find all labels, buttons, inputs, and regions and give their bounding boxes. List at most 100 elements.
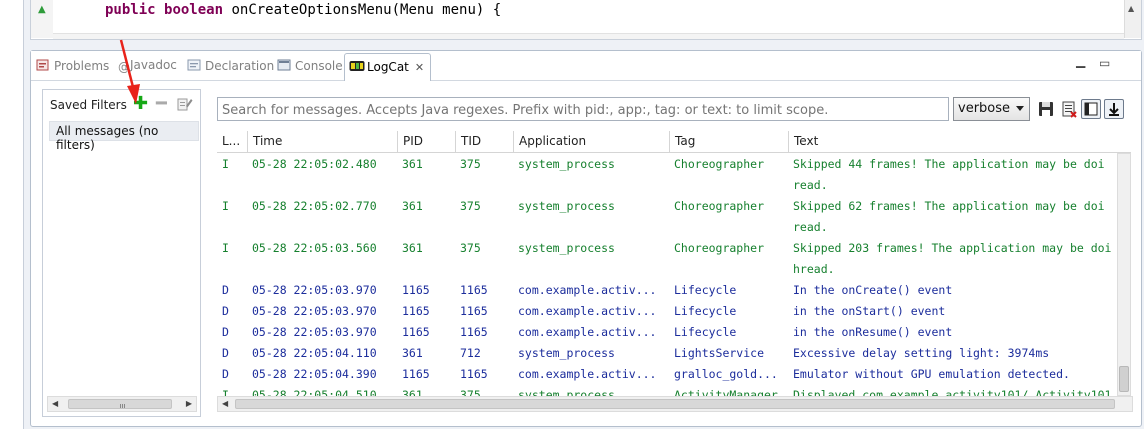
tab-logcat[interactable]: LogCat ✕ <box>344 53 432 81</box>
log-text: in the onStart() event <box>793 304 946 318</box>
table-row[interactable]: D 05-28 22:05:04.390 1165 1165 com.example.a… <box>217 364 1131 385</box>
save-icon[interactable] <box>1036 99 1056 119</box>
log-application: system_process <box>518 157 615 171</box>
override-marker-icon[interactable]: ▲ <box>38 4 46 15</box>
log-level: D <box>222 325 229 339</box>
table-row[interactable]: I 05-28 22:05:02.480 361 375 system_process C… <box>217 154 1131 196</box>
log-text: in the onResume() event <box>793 325 953 339</box>
log-application: com.example.activ... <box>518 325 657 339</box>
table-row[interactable]: D 05-28 22:05:03.970 1165 1165 com.example.a… <box>217 301 1131 322</box>
log-text-continuation: read. <box>793 178 828 192</box>
scroll-right-icon[interactable]: ▶ <box>186 399 192 408</box>
col-application-header[interactable]: Application <box>513 131 669 153</box>
code-text: onCreateOptionsMenu(Menu menu) { <box>223 2 502 18</box>
log-tag: Lifecycle <box>674 325 737 339</box>
log-tag: Lifecycle <box>674 304 737 318</box>
log-tid: 1165 <box>460 283 488 297</box>
table-row[interactable]: I 05-28 22:05:03.560 361 375 system_process C… <box>217 238 1131 280</box>
log-tag: Lifecycle <box>674 283 737 297</box>
table-row[interactable]: D 05-28 22:05:03.970 1165 1165 com.example.a… <box>217 280 1131 301</box>
log-table[interactable]: L... Time PID TID Application Tag Text I 05-28 … <box>217 131 1131 396</box>
log-tid: 375 <box>460 388 481 396</box>
table-row[interactable]: D 05-28 22:05:03.970 1165 1165 com.example.a… <box>217 322 1131 343</box>
console-icon <box>277 58 291 72</box>
col-pid-header[interactable]: PID <box>397 131 455 153</box>
col-tid-header[interactable]: TID <box>455 131 513 153</box>
eclipse-window: ▲ public boolean onCreateOptionsMenu(Men… <box>0 0 1144 429</box>
tab-label: LogCat <box>367 60 409 74</box>
logcat-view: Problems @Javadoc Declaration Console Lo… <box>30 50 1142 427</box>
scroll-lock-icon[interactable] <box>1104 99 1124 119</box>
table-row[interactable]: D 05-28 22:05:04.110 361 712 system_process L… <box>217 343 1131 364</box>
scroll-left-icon[interactable]: ◀ <box>52 399 58 408</box>
log-text: Excessive delay setting light: 3974ms <box>793 346 1050 360</box>
log-pid: 1165 <box>402 325 430 339</box>
tab-declaration[interactable]: Declaration <box>187 58 274 76</box>
log-pid: 361 <box>402 241 423 255</box>
log-time: 05-28 22:05:04.510 <box>252 388 377 396</box>
log-tag: ActivityManager <box>674 388 778 396</box>
filter-item-all-messages[interactable]: All messages (no filters) <box>49 121 199 152</box>
add-filter-icon[interactable]: ✚ <box>133 93 148 114</box>
log-level-value: verbose <box>958 101 1011 116</box>
toggle-filters-panel-icon[interactable] <box>1081 99 1101 119</box>
log-level: D <box>222 283 229 297</box>
log-text: Skipped 62 frames! The application may b… <box>793 196 1131 238</box>
col-level-header[interactable]: L... <box>217 131 247 153</box>
col-time-header[interactable]: Time <box>247 131 397 153</box>
col-tag-header[interactable]: Tag <box>669 131 788 153</box>
tab-javadoc[interactable]: @Javadoc <box>118 58 177 76</box>
log-tid: 1165 <box>460 325 488 339</box>
left-gutter <box>0 0 24 429</box>
code-editor[interactable]: ▲ public boolean onCreateOptionsMenu(Men… <box>30 0 1142 40</box>
table-vertical-scrollbar[interactable] <box>1117 153 1131 396</box>
log-tid: 712 <box>460 346 481 360</box>
log-application: com.example.activ... <box>518 367 657 381</box>
log-text: Emulator without GPU emulation detected. <box>793 367 1070 381</box>
search-input[interactable] <box>217 97 949 121</box>
log-pid: 361 <box>402 388 423 396</box>
code-keyword: public <box>105 2 156 18</box>
clear-log-icon[interactable] <box>1059 99 1079 119</box>
at-icon: @ <box>118 60 130 74</box>
log-application: com.example.activ... <box>518 304 657 318</box>
table-row[interactable]: I 05-28 22:05:04.510 361 375 system_process A… <box>217 385 1131 396</box>
log-tag: Choreographer <box>674 241 765 255</box>
filters-horizontal-scrollbar[interactable]: ◀ III ▶ <box>47 396 197 412</box>
log-tag: Choreographer <box>674 199 765 213</box>
tab-label: Console <box>295 59 343 73</box>
declaration-icon <box>187 58 201 72</box>
table-horizontal-scrollbar[interactable]: ◀ <box>217 396 1133 412</box>
chevron-down-icon <box>1016 106 1024 111</box>
table-body[interactable]: I 05-28 22:05:02.480 361 375 system_process C… <box>217 154 1131 396</box>
scrollbar-thumb[interactable]: III <box>68 399 172 409</box>
scrollbar-thumb[interactable] <box>1119 366 1129 392</box>
log-time: 05-28 22:05:03.970 <box>252 283 377 297</box>
close-tab-icon[interactable]: ✕ <box>415 61 424 74</box>
log-text: Skipped 203 frames! The application may … <box>793 238 1131 280</box>
remove-filter-icon[interactable]: ━ <box>156 93 167 114</box>
log-application: com.example.activ... <box>518 283 657 297</box>
table-row[interactable]: I 05-28 22:05:02.770 361 375 system_process C… <box>217 196 1131 238</box>
editor-vertical-scrollbar[interactable]: ▲ <box>1124 0 1141 38</box>
log-time: 05-28 22:05:04.110 <box>252 346 377 360</box>
editor-horizontal-scrollbar[interactable] <box>53 33 1124 39</box>
edit-filter-icon[interactable] <box>177 96 193 111</box>
code-line[interactable]: public boolean onCreateOptionsMenu(Menu … <box>105 2 501 18</box>
maximize-icon[interactable]: ▭ <box>1099 56 1110 70</box>
tab-problems[interactable]: Problems <box>36 58 109 76</box>
col-text-header[interactable]: Text <box>788 131 1131 153</box>
log-level: I <box>222 157 229 171</box>
log-level-select[interactable]: verbose <box>953 97 1030 121</box>
log-tid: 375 <box>460 241 481 255</box>
scroll-up-icon[interactable]: ▲ <box>1128 4 1134 13</box>
tab-console[interactable]: Console <box>277 58 343 76</box>
log-application: system_process <box>518 199 615 213</box>
minimize-icon[interactable]: ▁ <box>1076 54 1085 68</box>
log-text-continuation: hread. <box>793 262 835 276</box>
log-level: D <box>222 346 229 360</box>
log-tid: 375 <box>460 199 481 213</box>
view-tab-bar: Problems @Javadoc Declaration Console Lo… <box>31 51 1141 81</box>
scrollbar-thumb[interactable] <box>235 399 1115 409</box>
scroll-left-icon[interactable]: ◀ <box>222 399 228 408</box>
